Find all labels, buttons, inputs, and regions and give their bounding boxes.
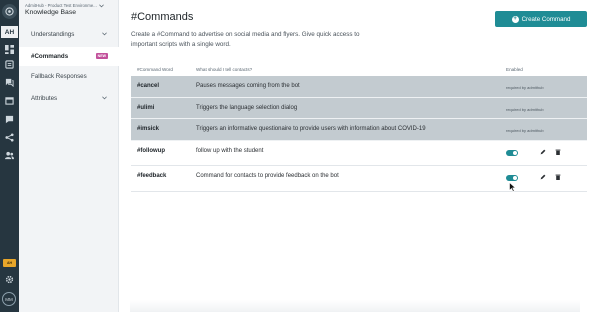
table-row[interactable]: #cancel Pauses messages coming from the …: [131, 76, 587, 98]
sidebar-item-fallback-responses[interactable]: Fallback Responses: [19, 67, 119, 86]
command-contact-text: Pauses messages coming from the bot: [196, 83, 300, 89]
sidebar-item-label: Understandings: [31, 31, 75, 38]
command-word: #feedback: [137, 173, 167, 179]
page-description: Create a #Command to advertise on social…: [131, 31, 360, 48]
column-header-word: #Command Word: [137, 67, 173, 72]
command-contact-text: Command for contacts to provide feedback…: [196, 173, 339, 179]
command-word: #cancel: [137, 83, 160, 89]
trash-icon[interactable]: [555, 149, 561, 155]
people-icon[interactable]: [3, 150, 16, 161]
required-label: required by admithub: [506, 128, 544, 133]
settings-icon[interactable]: [3, 274, 16, 285]
sidebar-header[interactable]: AdmitHub - Product Test Environme... Kno…: [19, 0, 118, 20]
messages-icon[interactable]: [3, 114, 16, 125]
enabled-toggle[interactable]: [506, 175, 518, 181]
command-contact-text: Triggers an informative questionaire to …: [196, 126, 426, 132]
knowledge-base-sidebar: AdmitHub - Product Test Environme... Kno…: [19, 0, 119, 312]
bottom-fade: [130, 300, 580, 312]
table-header: #Command Word What should I tell contact…: [131, 64, 587, 76]
share-icon[interactable]: [3, 132, 16, 143]
table-row[interactable]: #imsick Triggers an informative question…: [131, 119, 587, 141]
sidebar-item-label: Fallback Responses: [31, 73, 87, 80]
knowledge-base-icon[interactable]: [3, 59, 16, 70]
dashboard-icon[interactable]: [3, 44, 16, 55]
org-selector[interactable]: AdmitHub - Product Test Environme...: [25, 3, 118, 8]
sidebar-item-attributes[interactable]: Attributes: [19, 89, 119, 108]
mouse-cursor-icon: [509, 182, 517, 192]
commands-page: #Commands + Create Command Create a #Com…: [119, 0, 600, 312]
chevron-down-icon: [102, 32, 107, 36]
create-command-button[interactable]: + Create Command: [495, 11, 587, 27]
commands-table: #Command Word What should I tell contact…: [131, 64, 587, 192]
new-badge: NEW: [95, 53, 108, 59]
column-header-contacts: What should I tell contacts?: [196, 67, 253, 72]
enabled-toggle[interactable]: [506, 149, 518, 156]
create-command-label: Create Command: [521, 15, 571, 23]
conversations-icon[interactable]: [3, 77, 16, 88]
sidebar-section-title: Knowledge Base: [25, 9, 77, 16]
pencil-icon[interactable]: [540, 149, 546, 155]
table-row[interactable]: #followup follow up with the student: [131, 141, 587, 166]
column-header-enabled: Enabled: [506, 67, 523, 72]
chevron-down-icon: [102, 96, 107, 100]
command-word: #ulimi: [137, 104, 155, 111]
pencil-icon[interactable]: [540, 174, 546, 180]
plus-icon: +: [511, 15, 519, 23]
trash-icon[interactable]: [555, 174, 561, 180]
command-contact-text: follow up with the student: [196, 147, 264, 154]
user-initials[interactable]: AH: [1, 26, 18, 38]
sidebar-item-understandings[interactable]: Understandings: [19, 25, 119, 44]
icon-rail: AH AH MM: [0, 0, 19, 312]
required-label: required by admithub: [506, 106, 544, 112]
command-word: #followup: [137, 147, 165, 154]
table-row[interactable]: #feedback Command for contacts to provid…: [131, 166, 587, 192]
command-contact-text: Triggers the language selection dialog: [196, 104, 298, 111]
calendar-icon[interactable]: [3, 95, 16, 106]
page-title: #Commands: [131, 11, 194, 23]
avatar[interactable]: MM: [2, 292, 16, 306]
chevron-down-icon: [98, 3, 104, 7]
admithub-logo-icon[interactable]: [2, 4, 17, 19]
sidebar-item-commands[interactable]: #Commands NEW: [19, 47, 119, 66]
sidebar-item-label: #Commands: [31, 53, 69, 60]
sidebar-item-label: Attributes: [31, 95, 58, 102]
org-name: AdmitHub - Product Test Environme...: [25, 3, 97, 8]
required-label: required by admithub: [506, 85, 544, 90]
command-word: #imsick: [137, 126, 160, 132]
table-row[interactable]: #ulimi Triggers the language selection d…: [131, 97, 587, 119]
environment-badge: AH: [3, 259, 16, 267]
